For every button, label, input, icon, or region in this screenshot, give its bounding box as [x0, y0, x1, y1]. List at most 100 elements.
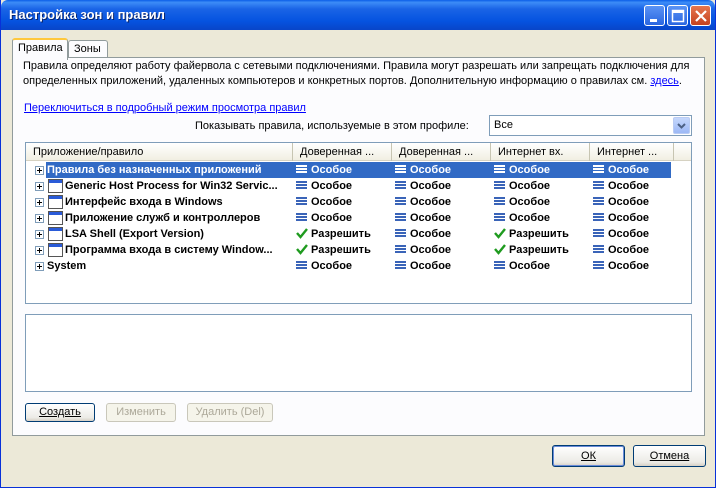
- custom-lines-icon: [593, 197, 604, 205]
- rule-permission-cell[interactable]: Особое: [494, 194, 590, 210]
- rule-permission-cell[interactable]: Разрешить: [494, 226, 590, 242]
- rule-permission-label: Особое: [608, 180, 650, 192]
- custom-lines-icon: [494, 181, 505, 189]
- rule-permission-cell[interactable]: Особое: [395, 242, 491, 258]
- help-link[interactable]: здесь: [650, 75, 679, 87]
- rule-permission-cell[interactable]: Особое: [494, 210, 590, 226]
- rule-name: Правила без назначенных приложений: [47, 164, 262, 176]
- custom-lines-icon: [593, 261, 604, 269]
- delete-button[interactable]: Удалить (Del): [187, 403, 273, 422]
- ok-button[interactable]: ОК: [552, 445, 625, 467]
- rule-permission-cell[interactable]: Особое: [593, 242, 689, 258]
- rule-permission-cell[interactable]: Разрешить: [296, 226, 392, 242]
- expand-icon[interactable]: [35, 214, 44, 223]
- rule-permission-cell[interactable]: Особое: [593, 194, 689, 210]
- rule-permission-cell[interactable]: Особое: [593, 226, 689, 242]
- rule-name: System: [47, 260, 87, 272]
- rule-permission-cell[interactable]: Особое: [593, 210, 689, 226]
- rule-permission-cell[interactable]: Особое: [296, 258, 392, 274]
- table-row[interactable]: Generic Host Process for Win32 Servic...…: [26, 178, 691, 194]
- rule-permission-label: Особое: [608, 228, 650, 240]
- cancel-button[interactable]: Отмена: [633, 445, 706, 467]
- column-header-internet-in[interactable]: Интернет вх.: [491, 143, 590, 161]
- table-row[interactable]: System Особое Особое Особое Особое: [26, 258, 691, 274]
- column-header-trusted-out[interactable]: Доверенная ...: [392, 143, 491, 161]
- rule-name: LSA Shell (Export Version): [65, 228, 204, 240]
- expand-icon[interactable]: [35, 262, 44, 271]
- table-row[interactable]: Приложение служб и контроллеров Особое Осо…: [26, 210, 691, 226]
- rule-permission-label: Особое: [608, 244, 650, 256]
- rule-permission-cell[interactable]: Разрешить: [296, 242, 392, 258]
- table-row[interactable]: Интерфейс входа в Windows Особое Особое Осо…: [26, 194, 691, 210]
- column-header-app[interactable]: Приложение/правило: [26, 143, 293, 161]
- expand-icon[interactable]: [35, 246, 44, 255]
- rule-name: Программа входа в систему Window...: [65, 244, 273, 256]
- dropdown-arrow-icon[interactable]: [673, 117, 690, 134]
- detailed-view-link[interactable]: Переключиться в подробный режим просмотр…: [24, 102, 306, 114]
- rule-permission-cell[interactable]: Особое: [395, 194, 491, 210]
- tab-rules[interactable]: Правила: [12, 38, 68, 60]
- rule-permission-label: Особое: [311, 180, 353, 192]
- rule-permission-cell[interactable]: Особое: [395, 162, 491, 178]
- custom-lines-icon: [593, 165, 604, 173]
- create-button-label: Создать: [39, 406, 81, 418]
- rule-permission-label: Особое: [608, 212, 650, 224]
- rule-permission-label: Особое: [608, 196, 650, 208]
- maximize-icon: [671, 9, 685, 23]
- custom-lines-icon: [395, 181, 406, 189]
- edit-button[interactable]: Изменить: [106, 403, 176, 422]
- rule-permission-label: Особое: [608, 164, 650, 176]
- minimize-icon: [650, 19, 657, 22]
- rule-permission-cell[interactable]: Разрешить: [494, 242, 590, 258]
- rule-permission-label: Особое: [509, 180, 551, 192]
- rule-permission-cell[interactable]: Особое: [494, 258, 590, 274]
- rule-permission-cell[interactable]: Особое: [395, 210, 491, 226]
- delete-button-label: Удалить (Del): [195, 406, 265, 418]
- column-header-internet-out[interactable]: Интернет ...: [590, 143, 674, 161]
- rule-permission-cell[interactable]: Особое: [494, 178, 590, 194]
- table-row[interactable]: Правила без назначенных приложений Особое…: [26, 162, 691, 178]
- custom-lines-icon: [593, 181, 604, 189]
- rule-permission-label: Особое: [311, 196, 353, 208]
- ok-button-label: ОК: [581, 450, 596, 462]
- rule-permission-cell[interactable]: Особое: [296, 162, 392, 178]
- custom-lines-icon: [593, 245, 604, 253]
- custom-lines-icon: [395, 245, 406, 253]
- rule-permission-label: Особое: [410, 212, 452, 224]
- expand-icon[interactable]: [35, 166, 44, 175]
- rule-permission-label: Особое: [608, 260, 650, 272]
- create-button[interactable]: Создать: [25, 403, 95, 422]
- rules-list[interactable]: Приложение/правило Доверенная ... Довере…: [25, 142, 692, 304]
- description-end: .: [678, 75, 682, 87]
- cancel-button-label: Отмена: [649, 450, 690, 462]
- rule-permission-cell[interactable]: Особое: [296, 210, 392, 226]
- column-header-trusted-in[interactable]: Доверенная ...: [293, 143, 392, 161]
- rule-permission-cell[interactable]: Особое: [593, 258, 689, 274]
- table-row[interactable]: LSA Shell (Export Version) Разрешить Особо…: [26, 226, 691, 242]
- rule-permission-label: Особое: [410, 196, 452, 208]
- maximize-button[interactable]: [667, 5, 688, 26]
- logon-app-icon: [48, 243, 63, 257]
- expand-icon[interactable]: [35, 230, 44, 239]
- rule-permission-cell[interactable]: Особое: [494, 162, 590, 178]
- rule-permission-label: Особое: [311, 260, 353, 272]
- profile-select[interactable]: Все: [489, 115, 692, 136]
- rule-permission-cell[interactable]: Особое: [395, 226, 491, 242]
- table-row[interactable]: Программа входа в систему Window... Разре…: [26, 242, 691, 258]
- custom-lines-icon: [593, 229, 604, 237]
- minimize-button[interactable]: [644, 5, 665, 26]
- close-button[interactable]: [690, 5, 711, 26]
- rule-permission-cell[interactable]: Особое: [296, 194, 392, 210]
- rule-permission-cell[interactable]: Особое: [296, 178, 392, 194]
- list-header: Приложение/правило Доверенная ... Довере…: [26, 143, 691, 161]
- rule-permission-label: Особое: [311, 164, 353, 176]
- rule-permission-label: Особое: [509, 212, 551, 224]
- rule-permission-cell[interactable]: Особое: [593, 162, 689, 178]
- rule-permission-cell[interactable]: Особое: [395, 178, 491, 194]
- rule-permission-cell[interactable]: Особое: [593, 178, 689, 194]
- expand-icon[interactable]: [35, 198, 44, 207]
- title-bar[interactable]: Настройка зон и правил: [1, 0, 715, 30]
- expand-icon[interactable]: [35, 182, 44, 191]
- rule-permission-cell[interactable]: Особое: [395, 258, 491, 274]
- description: Правила определяют работу файервола с се…: [23, 59, 698, 89]
